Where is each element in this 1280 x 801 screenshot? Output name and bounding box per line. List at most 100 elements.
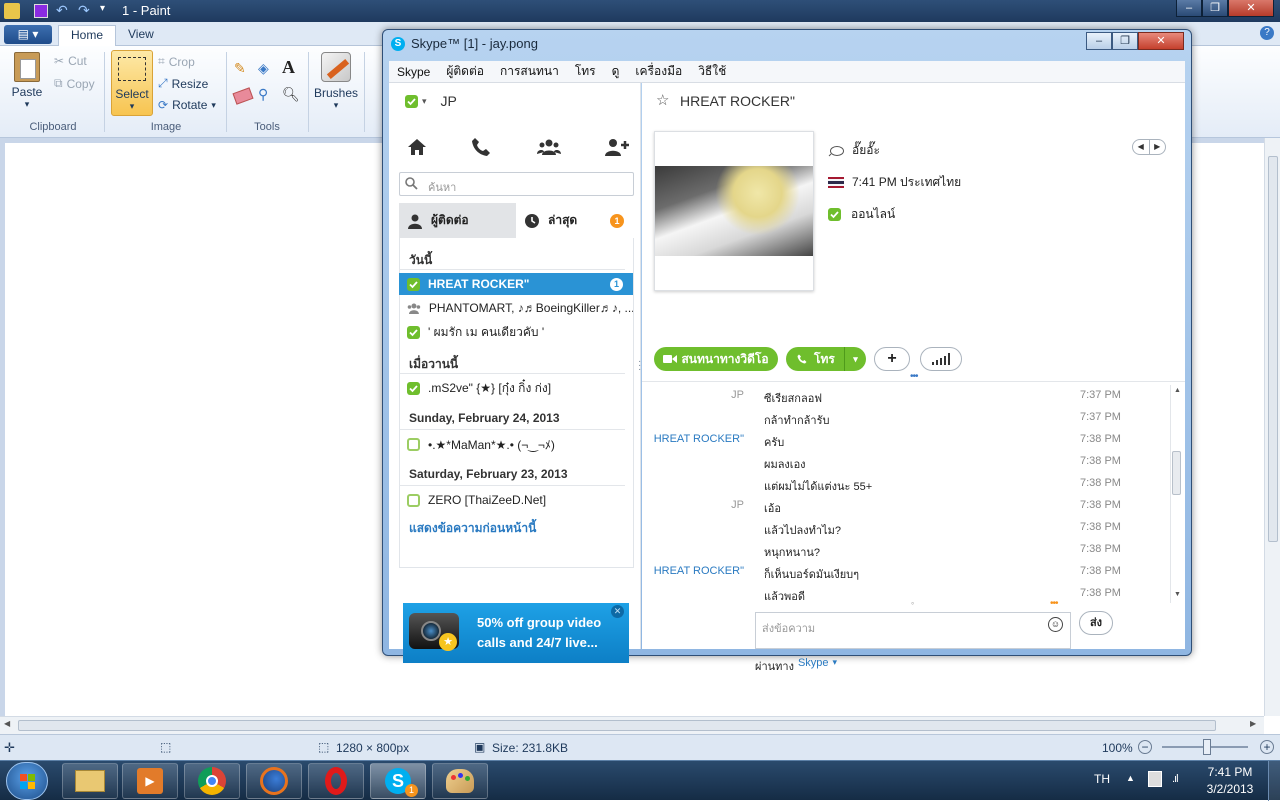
text-icon[interactable]: A xyxy=(282,57,300,77)
color-picker-icon[interactable]: ⚲ xyxy=(258,86,276,104)
paint-minimize-button[interactable]: – xyxy=(1176,0,1202,17)
scroll-left-icon[interactable]: ◀ xyxy=(4,719,10,728)
recent-item-maman[interactable]: •.★*MaMan*★.• (¬‿¬ﾒ) xyxy=(399,433,633,455)
zoom-out-button[interactable]: − xyxy=(1138,740,1152,754)
tab-recent[interactable]: ล่าสุด 1 xyxy=(516,203,634,238)
emoticon-icon[interactable]: ☺ xyxy=(1048,617,1063,632)
recent-item-zero[interactable]: ZERO [ThaiZeeD.Net] xyxy=(399,489,633,511)
skype-close-button[interactable]: ✕ xyxy=(1138,32,1184,50)
taskbar-opera[interactable] xyxy=(308,763,364,799)
tab-contacts[interactable]: ผู้ติดต่อ xyxy=(399,203,516,238)
clock-time[interactable]: 7:41 PM xyxy=(1202,765,1258,779)
menu-call[interactable]: โทร xyxy=(567,62,604,81)
scroll-right-icon[interactable]: ▶ xyxy=(1250,719,1256,728)
phone-icon[interactable] xyxy=(469,135,493,159)
call-button[interactable]: โทร ▾ xyxy=(786,347,866,371)
status-selector[interactable]: ▾ JP xyxy=(405,93,457,109)
show-desktop-button[interactable] xyxy=(1268,761,1280,801)
scroll-down-icon[interactable]: ▼ xyxy=(1174,591,1181,598)
search-input[interactable]: ค้นหา xyxy=(399,172,634,196)
tab-home[interactable]: Home xyxy=(58,25,117,46)
taskbar-skype[interactable]: S 1 xyxy=(370,763,426,799)
zoom-in-button[interactable]: + xyxy=(1260,740,1274,754)
favorite-star-icon[interactable]: ☆ xyxy=(656,91,669,109)
paint-menu-button[interactable]: ▤ ▾ xyxy=(4,25,52,44)
copy-button[interactable]: ⧉ Copy xyxy=(54,76,95,91)
paste-button[interactable]: Paste ▾ xyxy=(8,50,46,114)
cut-button[interactable]: ✂ Cut xyxy=(54,54,87,68)
redo-icon[interactable]: ↷ xyxy=(78,2,90,19)
help-icon[interactable]: ? xyxy=(1260,26,1274,40)
taskbar-explorer[interactable] xyxy=(62,763,118,799)
select-button[interactable]: Select ▾ xyxy=(111,50,153,116)
call-dropdown-icon[interactable]: ▾ xyxy=(844,347,866,371)
scroll-up-icon[interactable]: ▲ xyxy=(1174,387,1181,394)
contact-avatar[interactable] xyxy=(654,131,814,291)
home-icon[interactable] xyxy=(405,135,429,159)
skype-minimize-button[interactable]: – xyxy=(1086,32,1112,50)
menu-view[interactable]: ดู xyxy=(604,62,628,81)
send-via-selector[interactable]: Skype xyxy=(798,657,829,675)
message-input[interactable]: ส่งข้อความ ☺ xyxy=(755,612,1071,649)
taskbar-media-player[interactable]: ▶ xyxy=(122,763,178,799)
recent-item-ms2ve[interactable]: .mS2ve" {★} [กุ๋ง กิ๋ง ก่ง] xyxy=(399,377,633,399)
recent-item-hreat[interactable]: HREAT ROCKER" 1 xyxy=(399,273,633,295)
recent-item-pomrak[interactable]: ' ผมรัก เม คนเดียวคับ ' xyxy=(399,321,633,343)
scroll-thumb[interactable] xyxy=(18,720,1216,731)
crop-label: Crop xyxy=(168,54,195,69)
vertical-scrollbar[interactable] xyxy=(1264,138,1280,716)
fill-icon[interactable]: ◈ xyxy=(258,60,276,78)
undo-icon[interactable]: ↶ xyxy=(56,2,68,19)
tray-expand-icon[interactable]: ▲ xyxy=(1126,773,1135,783)
video-call-button[interactable]: สนทนาทางวิดีโอ xyxy=(654,347,778,371)
show-older-link[interactable]: แสดงข้อความก่อนหน้านี้ xyxy=(409,519,536,538)
menu-skype[interactable]: Skype xyxy=(389,65,438,79)
pane-splitter[interactable]: · · · xyxy=(638,357,641,375)
message-scrollbar[interactable]: ▲ ▼ xyxy=(1170,385,1182,603)
rotate-button[interactable]: ⟳ Rotate ▾ xyxy=(158,98,216,112)
tab-view[interactable]: View xyxy=(116,25,166,46)
menu-help[interactable]: วิธีใช้ xyxy=(690,62,734,81)
send-button[interactable]: ส่ง xyxy=(1079,611,1113,635)
menu-contacts[interactable]: ผู้ติดต่อ xyxy=(438,62,492,81)
network-icon[interactable]: .ıl xyxy=(1172,773,1178,785)
quick-access-dropdown-icon[interactable]: ▾ xyxy=(100,3,105,14)
eraser-icon[interactable] xyxy=(232,87,254,105)
pager-next-icon[interactable]: ▶ xyxy=(1150,140,1166,154)
start-button[interactable] xyxy=(6,762,48,800)
resize-button[interactable]: ⤢ Resize xyxy=(158,76,208,91)
save-icon[interactable] xyxy=(34,4,48,18)
recent-item-group[interactable]: PHANTOMART, ♪♬BoeingKiller♬♪, ... xyxy=(399,297,633,319)
taskbar-paint[interactable] xyxy=(432,763,488,799)
clock-date[interactable]: 3/2/2013 xyxy=(1202,782,1258,796)
video-call-label: สนทนาทางวิดีโอ xyxy=(681,351,769,366)
group-icon[interactable] xyxy=(537,135,561,159)
paint-app-icon[interactable] xyxy=(4,3,20,19)
add-button[interactable]: + xyxy=(874,347,910,371)
magnifier-icon[interactable]: 🔍︎ xyxy=(282,86,300,104)
taskbar-chrome[interactable] xyxy=(184,763,240,799)
send-via-dropdown-icon[interactable]: ▾ xyxy=(833,657,838,675)
scroll-thumb[interactable] xyxy=(1172,451,1181,495)
scroll-thumb[interactable] xyxy=(1268,156,1278,542)
pager-prev-icon[interactable]: ◀ xyxy=(1133,140,1150,154)
paint-maximize-button[interactable]: ❐ xyxy=(1202,0,1228,17)
promo-banner[interactable]: ★ 50% off group video calls and 24/7 liv… xyxy=(403,603,629,663)
brushes-button[interactable]: Brushes ▾ xyxy=(314,52,358,118)
paint-close-button[interactable]: ✕ xyxy=(1228,0,1274,17)
tray-action-center-icon[interactable] xyxy=(1148,771,1162,787)
promo-close-icon[interactable]: ✕ xyxy=(611,605,624,618)
menu-conversations[interactable]: การสนทนา xyxy=(492,62,567,81)
add-contact-icon[interactable] xyxy=(603,135,631,159)
taskbar-firefox[interactable] xyxy=(246,763,302,799)
zoom-slider-thumb[interactable] xyxy=(1203,739,1211,755)
call-quality-button[interactable] xyxy=(920,347,962,371)
skype-maximize-button[interactable]: ❐ xyxy=(1112,32,1138,50)
profile-pager[interactable]: ◀ ▶ xyxy=(1132,139,1166,155)
crop-button[interactable]: ⌗ Crop xyxy=(158,54,195,69)
menu-tools[interactable]: เครื่องมือ xyxy=(627,62,690,81)
firefox-icon xyxy=(260,767,288,795)
pencil-icon[interactable]: ✎ xyxy=(234,60,252,78)
horizontal-scrollbar[interactable]: ◀ ▶ xyxy=(0,716,1264,734)
language-indicator[interactable]: TH xyxy=(1094,772,1110,786)
